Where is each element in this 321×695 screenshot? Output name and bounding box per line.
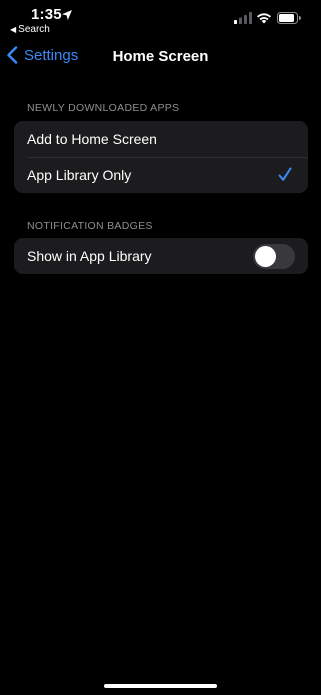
wifi-icon xyxy=(257,13,271,24)
section-header-newly-downloaded: NEWLY DOWNLOADED APPS xyxy=(27,102,180,114)
checkmark-icon xyxy=(278,167,292,181)
option-label: Add to Home Screen xyxy=(27,131,157,147)
option-add-to-home-screen[interactable]: Add to Home Screen xyxy=(14,121,308,157)
navigation-bar: Settings Home Screen xyxy=(0,42,321,74)
toggle-label: Show in App Library xyxy=(27,248,152,264)
status-time: 1:35 xyxy=(31,6,62,23)
location-arrow-icon xyxy=(62,10,72,20)
toggle-knob xyxy=(255,246,276,267)
option-app-library-only[interactable]: App Library Only xyxy=(14,157,308,193)
status-bar: 1:35 ◀ Search xyxy=(0,0,321,40)
chevron-left-icon xyxy=(7,46,18,64)
show-in-app-library-toggle[interactable] xyxy=(253,244,295,269)
home-indicator[interactable] xyxy=(104,684,217,688)
back-to-app-label: Search xyxy=(18,24,50,35)
back-to-app-button[interactable]: ◀ Search xyxy=(10,24,50,35)
notification-badges-group: Show in App Library xyxy=(14,238,308,274)
cellular-signal-icon xyxy=(234,12,252,24)
option-label: App Library Only xyxy=(27,167,132,183)
newly-downloaded-group: Add to Home Screen App Library Only xyxy=(14,121,308,193)
show-in-app-library-row: Show in App Library xyxy=(14,238,308,274)
back-triangle-icon: ◀ xyxy=(10,25,17,34)
battery-icon xyxy=(277,12,301,24)
section-header-notification-badges: NOTIFICATION BADGES xyxy=(27,220,153,232)
settings-back-button[interactable]: Settings xyxy=(6,46,78,64)
back-label: Settings xyxy=(24,46,79,64)
